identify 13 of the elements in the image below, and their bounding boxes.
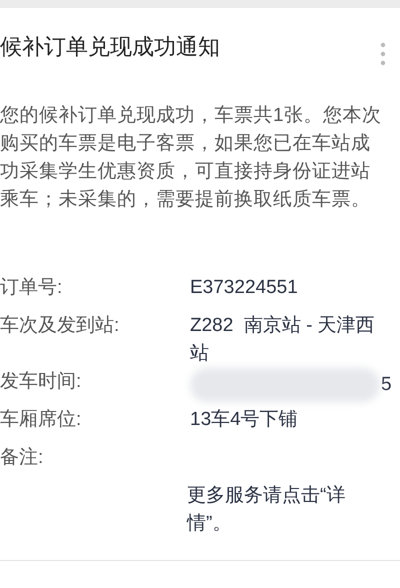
field-label: 车次及发到站:	[0, 314, 120, 338]
field-label: 发车时间:	[0, 370, 82, 394]
field-label: 订单号:	[0, 276, 64, 300]
field-value: E373224551	[190, 276, 299, 300]
notification-message: 您的候补订单兑现成功，车票共1张。您本次购买的车票是电子客票，如果您已在车站成功采集学生优惠资质，可直接持身份证进站乘车；未采集的，需要提前换取纸质车票。	[0, 104, 383, 212]
field-label: 备注:	[0, 446, 44, 470]
field-label: 车厢席位:	[0, 408, 82, 432]
field-value: 5	[381, 373, 392, 397]
field-value: 13车4号下铺	[190, 408, 299, 432]
more-options-icon[interactable]	[380, 42, 386, 66]
notification-title: 候补订单兑现成功通知	[0, 33, 220, 61]
note-text: 更多服务请点击“详情”。	[187, 484, 346, 536]
field-value: Z282 南京站 - 天津西站	[190, 314, 376, 366]
